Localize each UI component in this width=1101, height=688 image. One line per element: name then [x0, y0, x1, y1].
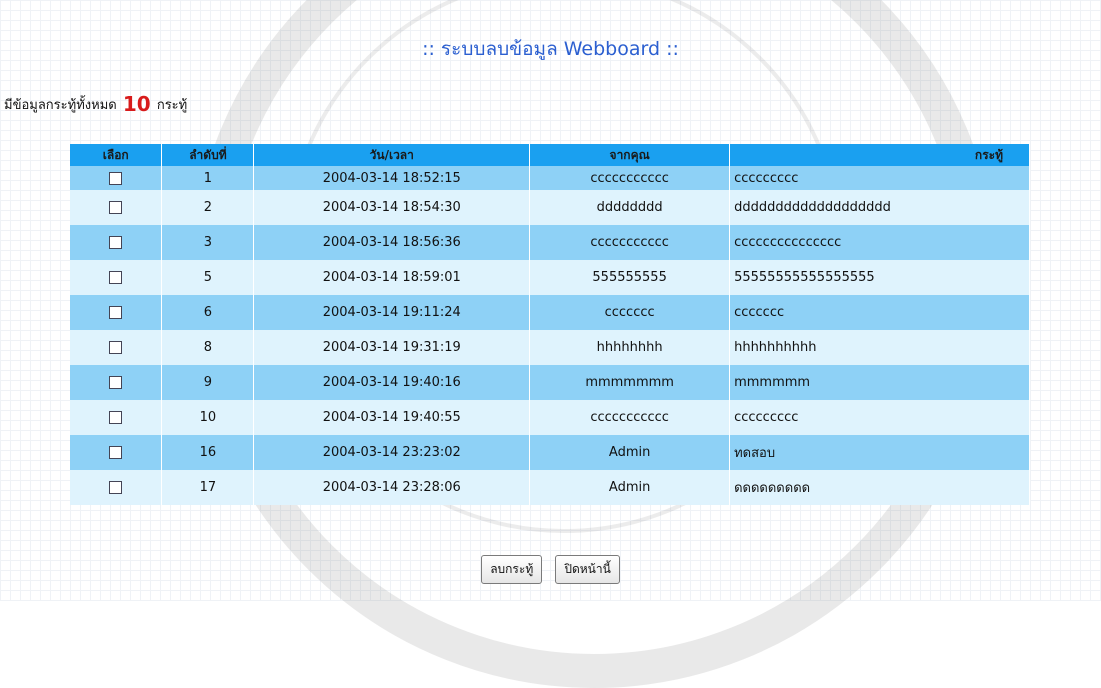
header-number: ลำดับที่ — [161, 144, 255, 166]
row-number: 3 — [161, 225, 255, 260]
row-number: 6 — [161, 295, 255, 330]
row-topic: ccccccc — [729, 295, 1030, 330]
table-row: 9 2004-03-14 19:40:16 mmmmmmm mmmmmm — [70, 365, 1030, 400]
row-number: 8 — [161, 330, 255, 365]
row-number: 1 — [161, 166, 255, 190]
delete-topic-button[interactable]: ลบกระทู้ — [481, 555, 543, 584]
topic-count-line: มีข้อมูลกระทู้ทั้งหมด 10 กระทู้ — [4, 92, 187, 116]
row-from: hhhhhhhh — [529, 330, 731, 365]
close-page-button[interactable]: ปิดหน้านี้ — [555, 555, 620, 584]
count-value: 10 — [122, 92, 151, 116]
button-bar: ลบกระทู้ ปิดหน้านี้ — [0, 555, 1101, 584]
select-cell — [70, 166, 163, 190]
row-datetime: 2004-03-14 19:40:16 — [253, 365, 531, 400]
table-row: 17 2004-03-14 23:28:06 Admin ดดดดดดดดด — [70, 470, 1030, 505]
row-datetime: 2004-03-14 18:56:36 — [253, 225, 531, 260]
topics-table: เลือก ลำดับที่ วัน/เวลา จากคุณ กระทู้ 12… — [70, 144, 1030, 505]
row-datetime: 2004-03-14 18:52:15 — [253, 166, 531, 190]
select-cell — [70, 365, 163, 400]
row-topic: ccccccccc — [729, 166, 1030, 190]
table-row: 16 2004-03-14 23:23:02 Admin ทดสอบ — [70, 435, 1030, 470]
row-from: ccccccc — [529, 295, 731, 330]
row-datetime: 2004-03-14 23:28:06 — [253, 470, 531, 505]
row-from: Admin — [529, 435, 731, 470]
row-from: ccccccccccc — [529, 166, 731, 190]
select-checkbox[interactable] — [109, 341, 123, 354]
select-cell — [70, 225, 163, 260]
row-topic: ดดดดดดดดด — [729, 470, 1030, 505]
table-row: 6 2004-03-14 19:11:24 ccccccc ccccccc — [70, 295, 1030, 330]
table-row: 1 2004-03-14 18:52:15 ccccccccccc ccccccccc — [70, 166, 1030, 190]
select-checkbox[interactable] — [109, 306, 123, 319]
header-topic: กระทู้ — [729, 144, 1030, 166]
row-from: mmmmmmm — [529, 365, 731, 400]
row-datetime: 2004-03-14 23:23:02 — [253, 435, 531, 470]
row-number: 2 — [161, 190, 255, 225]
table-row: 2 2004-03-14 18:54:30 dddddddd dddddddddddd… — [70, 190, 1030, 225]
row-topic: ccccccccc — [729, 400, 1030, 435]
row-datetime: 2004-03-14 19:11:24 — [253, 295, 531, 330]
row-datetime: 2004-03-14 19:40:55 — [253, 400, 531, 435]
table-row: 3 2004-03-14 18:56:36 ccccccccccc ccccccccc… — [70, 225, 1030, 260]
select-cell — [70, 400, 163, 435]
header-datetime: วัน/เวลา — [253, 144, 531, 166]
row-topic: ทดสอบ — [729, 435, 1030, 470]
row-number: 17 — [161, 470, 255, 505]
table-row: 5 2004-03-14 18:59:01 555555555 55555555555… — [70, 260, 1030, 295]
select-checkbox[interactable] — [109, 411, 123, 424]
count-suffix: กระทู้ — [156, 98, 188, 113]
header-select: เลือก — [70, 144, 163, 166]
row-number: 9 — [161, 365, 255, 400]
row-from: Admin — [529, 470, 731, 505]
count-prefix: มีข้อมูลกระทู้ทั้งหมด — [4, 98, 117, 113]
row-from: ccccccccccc — [529, 225, 731, 260]
table-row: 10 2004-03-14 19:40:55 ccccccccccc cccccccc… — [70, 400, 1030, 435]
row-topic: ddddddddddddddddddd — [729, 190, 1030, 225]
select-checkbox[interactable] — [109, 201, 123, 214]
row-datetime: 2004-03-14 18:54:30 — [253, 190, 531, 225]
row-datetime: 2004-03-14 19:31:19 — [253, 330, 531, 365]
row-topic: ccccccccccccccc — [729, 225, 1030, 260]
select-checkbox[interactable] — [109, 271, 123, 284]
select-checkbox[interactable] — [109, 481, 123, 494]
table-header-row: เลือก ลำดับที่ วัน/เวลา จากคุณ กระทู้ — [70, 144, 1030, 166]
row-topic: 55555555555555555 — [729, 260, 1030, 295]
page-content: :: ระบบลบข้อมูล Webboard :: มีข้อมูลกระท… — [0, 0, 1101, 601]
select-cell — [70, 260, 163, 295]
row-datetime: 2004-03-14 18:59:01 — [253, 260, 531, 295]
select-cell — [70, 470, 163, 505]
select-cell — [70, 295, 163, 330]
row-number: 5 — [161, 260, 255, 295]
row-from: ccccccccccc — [529, 400, 731, 435]
select-cell — [70, 435, 163, 470]
row-number: 16 — [161, 435, 255, 470]
table-row: 8 2004-03-14 19:31:19 hhhhhhhh hhhhhhhhhh — [70, 330, 1030, 365]
select-cell — [70, 190, 163, 225]
row-from: 555555555 — [529, 260, 731, 295]
select-cell — [70, 330, 163, 365]
select-checkbox[interactable] — [109, 171, 123, 185]
header-from: จากคุณ — [529, 144, 731, 166]
select-checkbox[interactable] — [109, 376, 123, 389]
row-topic: hhhhhhhhhh — [729, 330, 1030, 365]
row-topic: mmmmmm — [729, 365, 1030, 400]
select-checkbox[interactable] — [109, 446, 123, 459]
row-from: dddddddd — [529, 190, 731, 225]
page-title: :: ระบบลบข้อมูล Webboard :: — [422, 38, 679, 60]
select-checkbox[interactable] — [109, 236, 123, 249]
row-number: 10 — [161, 400, 255, 435]
